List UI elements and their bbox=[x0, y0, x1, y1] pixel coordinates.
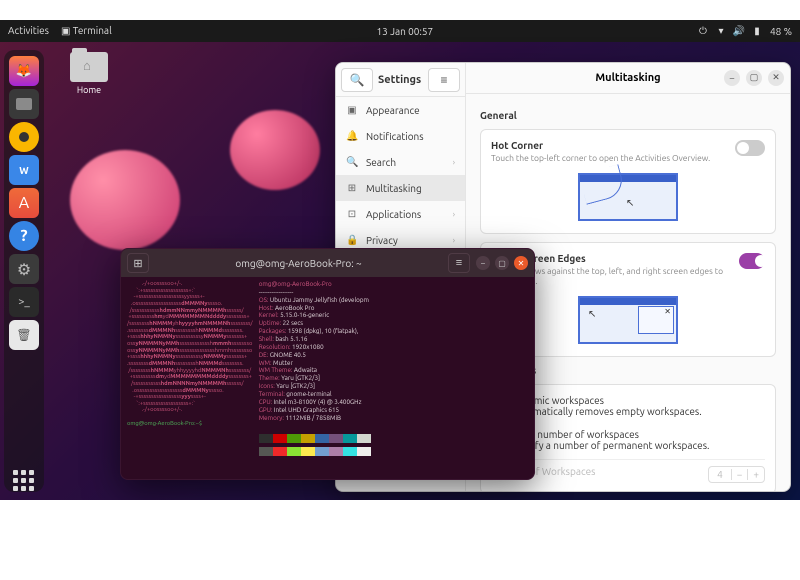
num-workspaces-value: 4 bbox=[709, 467, 731, 482]
desktop[interactable]: Activities ▣ Terminal 13 Jan 00:57 ⏻ ▾ 🔊… bbox=[0, 20, 800, 500]
desktop-home-icon[interactable]: Home bbox=[64, 52, 114, 95]
dock-settings[interactable]: ⚙ bbox=[9, 254, 39, 284]
top-bar: Activities ▣ Terminal 13 Jan 00:57 ⏻ ▾ 🔊… bbox=[0, 20, 800, 42]
decrement-button[interactable]: − bbox=[731, 469, 748, 480]
dock-trash[interactable]: 🗑 bbox=[9, 320, 39, 350]
dock-help[interactable]: ? bbox=[9, 221, 39, 251]
minimize-button[interactable]: – bbox=[724, 70, 740, 86]
app-menu[interactable]: ▣ Terminal bbox=[61, 25, 112, 37]
terminal-headerbar[interactable]: ⊞ omg@omg-AeroBook-Pro: ~ ≡ – ▢ ✕ bbox=[121, 249, 534, 277]
edges-switch[interactable] bbox=[739, 253, 765, 269]
dock-software[interactable]: A bbox=[9, 188, 39, 218]
close-button[interactable]: ✕ bbox=[768, 70, 784, 86]
hotcorner-switch[interactable] bbox=[735, 140, 765, 156]
battery-icon[interactable]: ▮ bbox=[752, 26, 762, 36]
new-tab-button[interactable]: ⊞ bbox=[127, 253, 149, 273]
dock-firefox[interactable]: 🦊 bbox=[9, 56, 39, 86]
icon-label: Home bbox=[64, 85, 114, 95]
appearance-icon: ▣ bbox=[346, 104, 358, 116]
search-button[interactable]: 🔍 bbox=[341, 68, 373, 92]
terminal-output[interactable]: .-/+oossssoo+/-. `:+ssssssssssssssssss+:… bbox=[121, 277, 534, 477]
hotcorner-illustration: ↖ bbox=[491, 171, 765, 223]
maximize-button[interactable]: ▢ bbox=[746, 70, 762, 86]
shell-prompt: omg@omg-AeroBook-Pro:~$ bbox=[127, 421, 203, 427]
sidebar-item-search[interactable]: 🔍Search› bbox=[336, 149, 465, 175]
sidebar-item-notifications[interactable]: 🔔Notifications bbox=[336, 123, 465, 149]
multitasking-icon: ⊞ bbox=[346, 182, 358, 194]
color-swatches-bright bbox=[259, 447, 371, 456]
chevron-right-icon: › bbox=[453, 236, 455, 245]
sidebar-item-applications[interactable]: ⊡Applications› bbox=[336, 201, 465, 227]
bell-icon: 🔔 bbox=[346, 130, 358, 142]
wifi-icon[interactable]: ▾ bbox=[716, 26, 726, 36]
lock-icon: 🔒 bbox=[346, 234, 358, 246]
apps-icon: ⊡ bbox=[346, 208, 358, 220]
maximize-button[interactable]: ▢ bbox=[495, 256, 509, 270]
dock-writer[interactable]: W bbox=[9, 155, 39, 185]
section-general: General bbox=[480, 110, 776, 121]
activities-button[interactable]: Activities bbox=[8, 25, 49, 37]
chevron-right-icon: › bbox=[453, 158, 455, 167]
terminal-window[interactable]: ⊞ omg@omg-AeroBook-Pro: ~ ≡ – ▢ ✕ .-/+oo… bbox=[120, 248, 535, 480]
battery-percent: 48 % bbox=[770, 26, 792, 37]
terminal-menu-button[interactable]: ≡ bbox=[448, 253, 470, 273]
window-title: Settings bbox=[378, 74, 423, 86]
clock[interactable]: 13 Jan 00:57 bbox=[377, 26, 434, 37]
close-button[interactable]: ✕ bbox=[514, 256, 528, 270]
dock: 🦊 W A ? ⚙ >_ 🗑 bbox=[4, 50, 44, 492]
menu-button[interactable]: ≡ bbox=[428, 68, 460, 92]
color-swatches bbox=[259, 434, 371, 443]
increment-button[interactable]: + bbox=[747, 469, 764, 480]
page-title: Multitasking bbox=[595, 72, 660, 84]
sidebar-item-appearance[interactable]: ▣Appearance bbox=[336, 97, 465, 123]
terminal-title: omg@omg-AeroBook-Pro: ~ bbox=[155, 258, 442, 269]
network-icon[interactable]: ⏻ bbox=[698, 26, 708, 36]
wallpaper-blob bbox=[70, 150, 180, 250]
neofetch-logo: .-/+oossssoo+/-. `:+ssssssssssssssssss+:… bbox=[127, 281, 253, 473]
sidebar-item-multitasking[interactable]: ⊞Multitasking bbox=[336, 175, 465, 201]
dock-terminal[interactable]: >_ bbox=[9, 287, 39, 317]
dock-rhythmbox[interactable] bbox=[9, 122, 39, 152]
hotcorner-label: Hot Corner bbox=[491, 140, 710, 151]
dock-files[interactable] bbox=[9, 89, 39, 119]
folder-icon bbox=[70, 52, 108, 82]
neofetch-info: omg@omg-AeroBook-Pro -------------------… bbox=[259, 281, 371, 473]
search-icon: 🔍 bbox=[346, 156, 358, 168]
minimize-button[interactable]: – bbox=[476, 256, 490, 270]
hotcorner-desc: Touch the top-left corner to open the Ac… bbox=[491, 153, 710, 163]
show-apps-button[interactable] bbox=[4, 470, 44, 492]
chevron-right-icon: › bbox=[453, 210, 455, 219]
wallpaper-blob bbox=[230, 110, 320, 190]
volume-icon[interactable]: 🔊 bbox=[734, 26, 744, 36]
